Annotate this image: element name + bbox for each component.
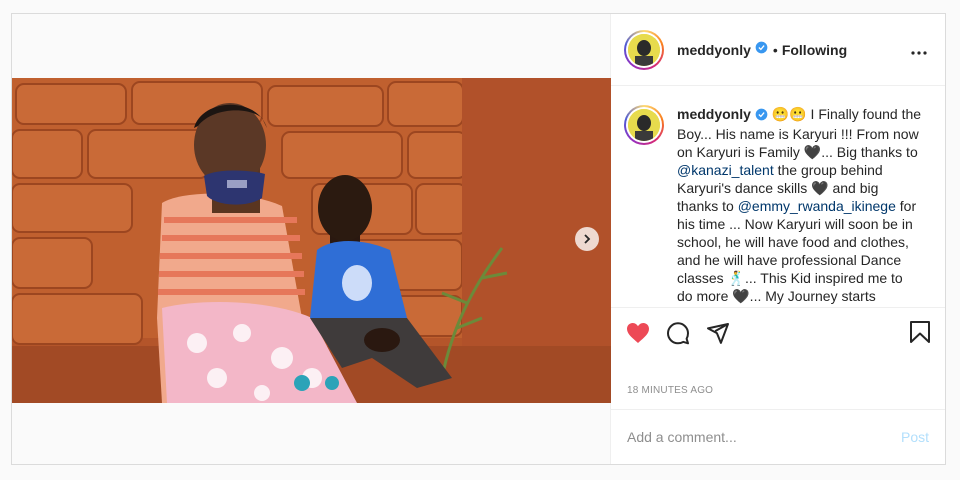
following-button[interactable]: Following — [782, 42, 847, 58]
save-button[interactable] — [909, 320, 931, 349]
post-photo — [12, 78, 611, 403]
post-comment-button[interactable]: Post — [901, 429, 929, 445]
post-media — [12, 14, 611, 464]
photo-illustration — [12, 78, 611, 403]
avatar-image — [628, 109, 660, 141]
author-username[interactable]: meddyonly — [677, 42, 751, 58]
like-button[interactable] — [626, 313, 666, 353]
comment-composer: Post — [611, 409, 945, 464]
caption-avatar[interactable] — [624, 105, 664, 145]
avatar-image — [628, 33, 660, 66]
mention-link[interactable]: @kanazi_talent — [677, 162, 774, 178]
heart-icon — [627, 322, 649, 343]
action-bar — [611, 307, 945, 357]
verified-badge-icon — [755, 107, 768, 125]
avatar-portrait — [628, 33, 660, 66]
comment-input[interactable] — [627, 429, 901, 445]
caption-text: meddyonly 😬😬 I Finally found the Boy... … — [677, 105, 922, 307]
carousel-next-button[interactable] — [575, 227, 599, 251]
share-button[interactable] — [706, 313, 746, 353]
post-header: meddyonly • Following — [611, 14, 945, 86]
bookmark-icon — [910, 321, 930, 343]
avatar-portrait — [628, 109, 660, 141]
more-options-icon[interactable] — [911, 42, 927, 60]
comment-bubble-icon — [667, 321, 689, 344]
chevron-right-icon — [584, 234, 591, 244]
mention-link[interactable]: @emmy_rwanda_ikinege — [738, 198, 896, 214]
comment-button[interactable] — [666, 313, 706, 353]
verified-badge-icon — [755, 41, 768, 59]
post-timestamp: 18 MINUTES AGO — [627, 385, 714, 396]
post-card: meddyonly • Following meddyonly 😬😬 I Fin… — [11, 13, 946, 465]
caption-area: meddyonly 😬😬 I Finally found the Boy... … — [611, 87, 945, 307]
post-sidebar: meddyonly • Following meddyonly 😬😬 I Fin… — [611, 14, 945, 464]
paper-plane-icon — [707, 322, 729, 344]
header-separator: • — [772, 41, 778, 58]
caption-username[interactable]: meddyonly — [677, 106, 751, 122]
author-avatar[interactable] — [624, 29, 664, 70]
